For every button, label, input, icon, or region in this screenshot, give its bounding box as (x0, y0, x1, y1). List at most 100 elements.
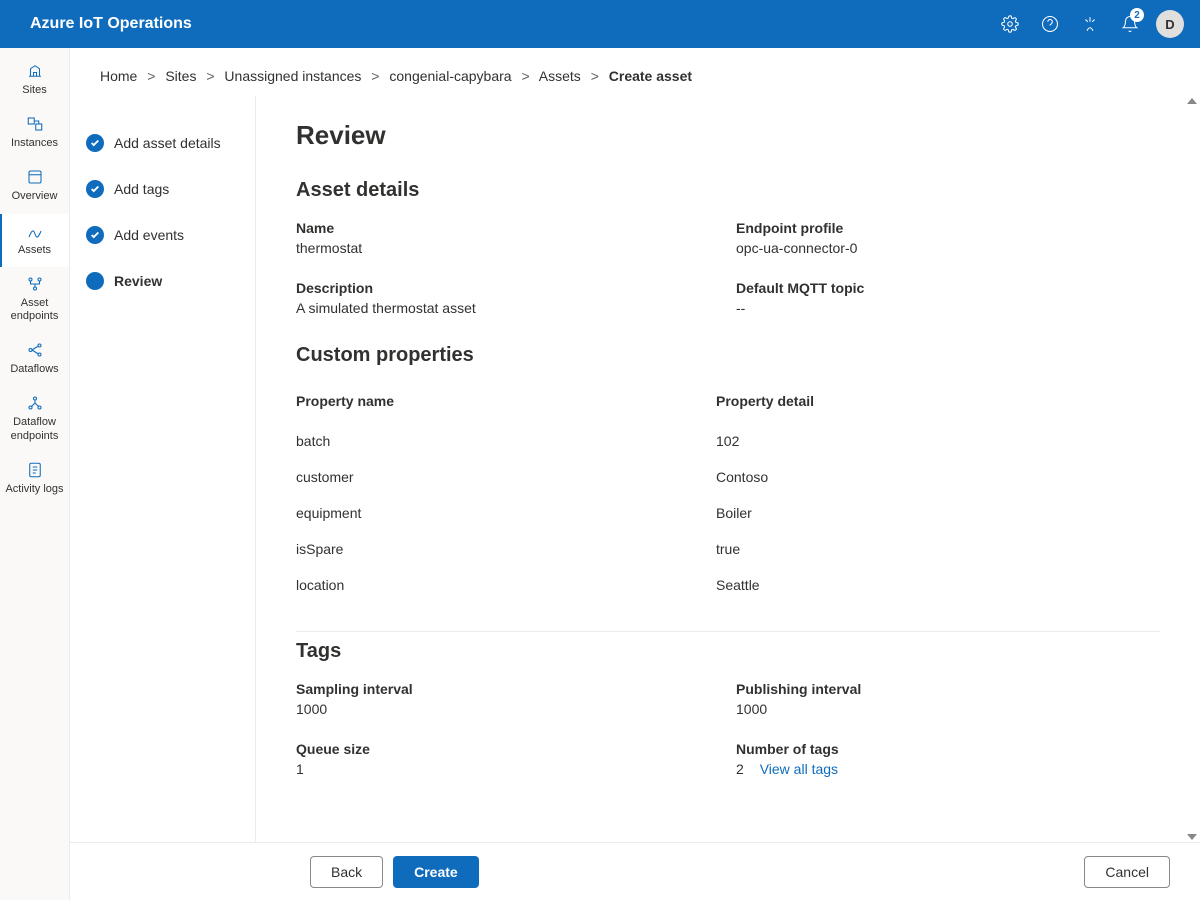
sidebar-item-label: Dataflow endpoints (2, 416, 67, 442)
sidebar-item-label: Overview (12, 190, 58, 203)
breadcrumb-link[interactable]: congenial-capybara (389, 68, 511, 84)
notification-badge: 2 (1130, 8, 1144, 22)
step-label: Review (114, 273, 162, 289)
breadcrumb-sep: > (206, 68, 214, 84)
sidebar-item-dataflow-endpoints[interactable]: Dataflow endpoints (0, 386, 69, 452)
notifications-icon[interactable]: 2 (1110, 0, 1150, 48)
table-row: location Seattle (296, 567, 1160, 603)
sidebar-item-label: Dataflows (10, 363, 58, 376)
cell-detail: Boiler (716, 505, 1160, 521)
section-custom-properties-heading: Custom properties (296, 344, 1160, 367)
sidebar-item-sites[interactable]: Sites (0, 54, 69, 107)
field-description: Description A simulated thermostat asset (296, 280, 716, 316)
cell-name: isSpare (296, 541, 716, 557)
activity-logs-icon (26, 461, 44, 479)
back-button[interactable]: Back (310, 856, 383, 888)
step-review[interactable]: Review (86, 258, 239, 304)
field-label: Name (296, 220, 716, 236)
field-value: A simulated thermostat asset (296, 300, 716, 316)
field-value: thermostat (296, 240, 716, 256)
field-value: -- (736, 300, 1160, 316)
dataflow-endpoints-icon (26, 394, 44, 412)
field-label: Publishing interval (736, 681, 1160, 697)
breadcrumb-sep: > (591, 68, 599, 84)
sidebar-item-activity-logs[interactable]: Activity logs (0, 453, 69, 506)
section-tags-heading: Tags (296, 640, 1160, 663)
field-label: Sampling interval (296, 681, 716, 697)
step-add-asset-details[interactable]: Add asset details (86, 120, 239, 166)
check-icon (86, 134, 104, 152)
field-value: 2 View all tags (736, 761, 1160, 777)
field-sampling-interval: Sampling interval 1000 (296, 681, 716, 717)
breadcrumb-sep: > (147, 68, 155, 84)
step-add-tags[interactable]: Add tags (86, 166, 239, 212)
instances-icon (26, 115, 44, 133)
sidebar-item-label: Assets (18, 244, 51, 257)
breadcrumb-link[interactable]: Home (100, 68, 137, 84)
breadcrumb: Home > Sites > Unassigned instances > co… (70, 48, 1200, 96)
field-value: opc-ua-connector-0 (736, 240, 1160, 256)
tags-count: 2 (736, 761, 744, 777)
check-icon (86, 180, 104, 198)
sidebar-item-assets[interactable]: Assets (0, 214, 69, 267)
cell-detail: 102 (716, 433, 1160, 449)
view-all-tags-link[interactable]: View all tags (760, 761, 838, 777)
field-label: Description (296, 280, 716, 296)
app-title: Azure IoT Operations (30, 15, 192, 33)
sidebar-item-instances[interactable]: Instances (0, 107, 69, 160)
step-label: Add events (114, 227, 184, 243)
diagnostics-icon[interactable] (1070, 0, 1110, 48)
table-row: isSpare true (296, 531, 1160, 567)
column-header: Property detail (716, 393, 1160, 409)
wizard-footer: Back Create Cancel (70, 842, 1200, 900)
overview-icon (26, 168, 44, 186)
settings-icon[interactable] (990, 0, 1030, 48)
cell-name: equipment (296, 505, 716, 521)
field-publishing-interval: Publishing interval 1000 (736, 681, 1160, 717)
sidebar-item-label: Instances (11, 137, 58, 150)
create-button[interactable]: Create (393, 856, 479, 888)
table-row: equipment Boiler (296, 495, 1160, 531)
step-add-events[interactable]: Add events (86, 212, 239, 258)
cell-name: batch (296, 433, 716, 449)
sites-icon (26, 62, 44, 80)
table-row: batch 102 (296, 423, 1160, 459)
step-label: Add tags (114, 181, 169, 197)
help-icon[interactable] (1030, 0, 1070, 48)
field-endpoint: Endpoint profile opc-ua-connector-0 (736, 220, 1160, 256)
cell-detail: true (716, 541, 1160, 557)
field-label: Queue size (296, 741, 716, 757)
wizard-steps: Add asset details Add tags Add events Re… (70, 96, 256, 842)
breadcrumb-sep: > (521, 68, 529, 84)
field-value: 1000 (736, 701, 1160, 717)
field-label: Number of tags (736, 741, 1160, 757)
check-icon (86, 226, 104, 244)
cancel-button[interactable]: Cancel (1084, 856, 1170, 888)
custom-properties-table: Property name Property detail batch 102 … (296, 385, 1160, 603)
dataflows-icon (26, 341, 44, 359)
field-value: 1000 (296, 701, 716, 717)
asset-endpoints-icon (26, 275, 44, 293)
column-header: Property name (296, 393, 716, 409)
sidebar-item-asset-endpoints[interactable]: Asset endpoints (0, 267, 69, 333)
sidebar-item-dataflows[interactable]: Dataflows (0, 333, 69, 386)
table-row: customer Contoso (296, 459, 1160, 495)
breadcrumb-link[interactable]: Sites (165, 68, 196, 84)
step-label: Add asset details (114, 135, 221, 151)
cell-name: location (296, 577, 716, 593)
section-asset-details-heading: Asset details (296, 179, 1160, 202)
breadcrumb-link[interactable]: Assets (539, 68, 581, 84)
assets-icon (26, 222, 44, 240)
scroll-down-icon (1187, 834, 1197, 840)
breadcrumb-current: Create asset (609, 68, 692, 84)
field-label: Endpoint profile (736, 220, 1160, 236)
breadcrumb-link[interactable]: Unassigned instances (224, 68, 361, 84)
cell-detail: Seattle (716, 577, 1160, 593)
avatar[interactable]: D (1156, 10, 1184, 38)
form-scroll-region[interactable]: Review Asset details Name thermostat End… (256, 96, 1200, 842)
sidebar-item-overview[interactable]: Overview (0, 160, 69, 213)
page-title: Review (296, 120, 1160, 151)
field-number-of-tags: Number of tags 2 View all tags (736, 741, 1160, 777)
field-mqtt: Default MQTT topic -- (736, 280, 1160, 316)
field-value: 1 (296, 761, 716, 777)
